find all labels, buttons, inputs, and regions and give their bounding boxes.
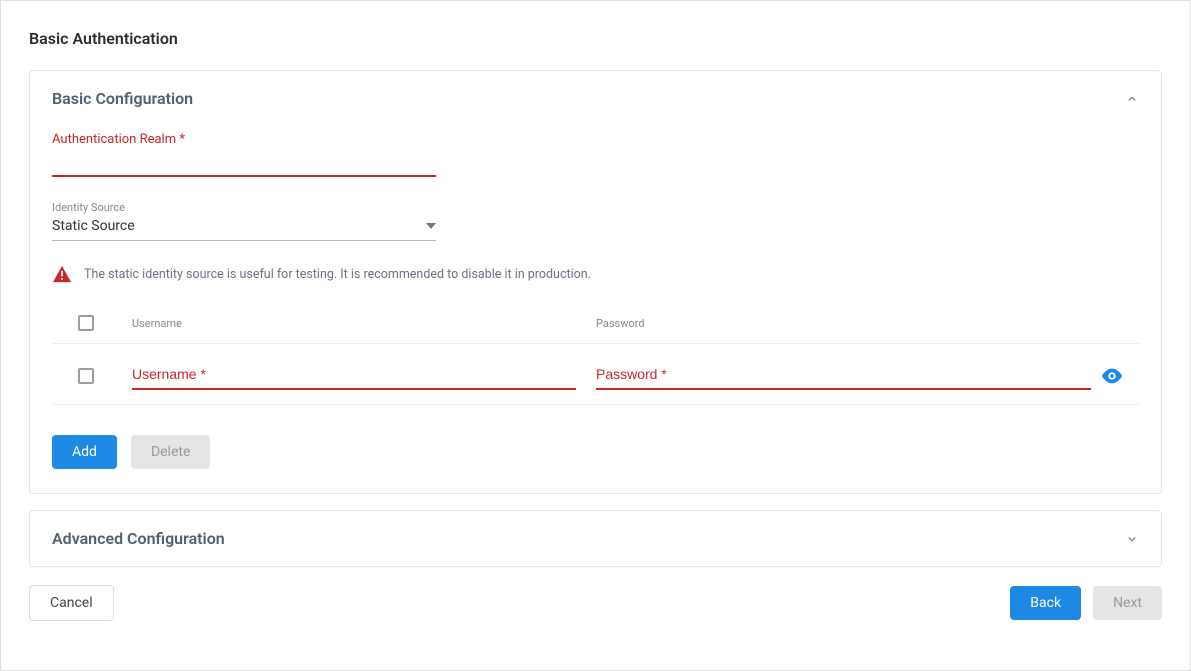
password-input[interactable] <box>596 362 1091 390</box>
chevron-down-icon <box>1125 532 1139 546</box>
chevron-up-icon <box>1125 92 1139 106</box>
credentials-table: Username Password <box>52 307 1139 405</box>
basic-config-body: Authentication Realm * Identity Source S… <box>30 126 1161 493</box>
username-cell <box>132 362 576 390</box>
warning-text: The static identity source is useful for… <box>84 267 591 282</box>
page-title: Basic Authentication <box>29 29 1162 48</box>
delete-button: Delete <box>131 435 210 469</box>
identity-source-select[interactable]: Static Source <box>52 216 436 241</box>
authentication-realm-field: Authentication Realm * <box>52 132 436 177</box>
header-checkbox-cell <box>78 315 132 331</box>
caret-down-icon <box>426 223 436 229</box>
select-all-checkbox[interactable] <box>78 315 94 331</box>
advanced-config-header[interactable]: Advanced Configuration <box>30 511 1161 566</box>
page-container: Basic Authentication Basic Configuration… <box>0 0 1191 671</box>
footer-right: Back Next <box>1010 586 1162 620</box>
basic-config-header[interactable]: Basic Configuration <box>30 71 1161 126</box>
table-buttons: Add Delete <box>52 435 1139 469</box>
header-username: Username <box>132 317 596 330</box>
row-checkbox[interactable] <box>78 368 94 384</box>
eye-icon[interactable] <box>1101 368 1123 384</box>
authentication-realm-label: Authentication Realm * <box>52 132 436 147</box>
back-button[interactable]: Back <box>1010 586 1081 620</box>
add-button[interactable]: Add <box>52 435 117 469</box>
password-cell <box>596 362 1139 390</box>
advanced-config-title: Advanced Configuration <box>52 529 225 548</box>
table-header: Username Password <box>52 307 1139 344</box>
warning-triangle-icon <box>52 265 72 283</box>
identity-source-label: Identity Source <box>52 201 436 214</box>
basic-config-title: Basic Configuration <box>52 89 193 108</box>
table-row <box>52 344 1139 405</box>
warning-row: The static identity source is useful for… <box>52 265 1139 283</box>
header-password: Password <box>596 317 1139 330</box>
advanced-configuration-card: Advanced Configuration <box>29 510 1162 567</box>
cancel-button[interactable]: Cancel <box>29 585 114 621</box>
next-button: Next <box>1093 586 1162 620</box>
row-checkbox-cell <box>78 368 132 384</box>
identity-source-field: Identity Source Static Source <box>52 201 436 241</box>
footer: Cancel Back Next <box>29 585 1162 621</box>
basic-configuration-card: Basic Configuration Authentication Realm… <box>29 70 1162 494</box>
username-input[interactable] <box>132 362 576 390</box>
identity-source-value: Static Source <box>52 218 135 234</box>
authentication-realm-input[interactable] <box>52 149 436 177</box>
